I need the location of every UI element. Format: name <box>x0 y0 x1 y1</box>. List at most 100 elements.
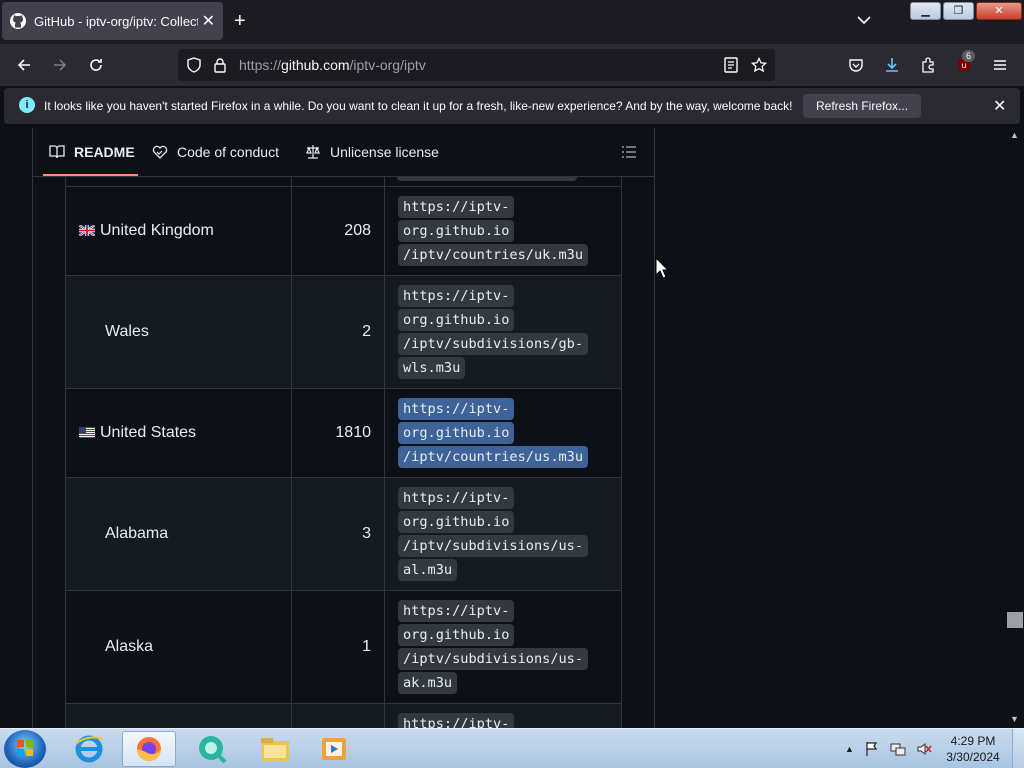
channel-count-cell: 1 <box>291 590 385 704</box>
back-arrow-icon[interactable] <box>14 55 34 75</box>
extensions-puzzle-icon[interactable] <box>918 55 938 75</box>
hamburger-menu-icon[interactable] <box>990 55 1010 75</box>
downloads-icon[interactable] <box>882 55 902 75</box>
browser-tab-strip: GitHub - iptv-org/iptv: Collecti ✕ + ▁ ❐… <box>0 0 1024 44</box>
table-of-contents-icon[interactable] <box>621 144 637 160</box>
playlist-url[interactable]: https://iptv-org.github.io/iptv/countrie… <box>398 397 608 469</box>
chat-app-taskbar-icon[interactable] <box>186 731 240 767</box>
system-tray: ▲ <box>845 741 932 757</box>
region-name-cell <box>65 703 292 728</box>
tab-license[interactable]: Unlicense license <box>305 144 439 160</box>
window-controls: ▁ ❐ ✕ <box>910 2 1022 20</box>
tab-title: GitHub - iptv-org/iptv: Collecti <box>34 13 198 29</box>
reader-view-icon[interactable] <box>721 55 741 75</box>
media-player-taskbar-icon[interactable] <box>308 731 362 767</box>
navigation-toolbar: https://github.com/iptv-org/iptv u 6 <box>0 44 1024 86</box>
playlist-url-line: /iptv/subdivisions/us- <box>398 648 589 670</box>
playlist-url-line: /iptv/countries/uk.m3u <box>398 244 589 266</box>
playlist-url-line: /iptv/subdivisions/us- <box>398 535 589 557</box>
extension-badge: 6 <box>962 50 976 62</box>
us-flag-icon <box>79 427 95 438</box>
github-page: README Code of conduct Unlicense license… <box>0 128 1024 728</box>
internet-explorer-taskbar-icon[interactable] <box>62 731 116 767</box>
region-name: United States <box>100 424 197 441</box>
playlist-url-line: /iptv/subdivisions/gb- <box>398 333 589 355</box>
playlist-link-cell: https://iptv-org.github.io/iptv/countrie… <box>384 388 622 478</box>
playlist-url-line: org.github.io <box>398 309 515 331</box>
playlist-url-line: https://iptv- <box>398 196 515 218</box>
playlist-link-cell: https://iptv-org.github.io <box>384 703 622 728</box>
table-row: Wales 2 https://iptv-org.github.io/iptv/su… <box>65 275 622 389</box>
pocket-icon[interactable] <box>846 55 866 75</box>
table-row: United States 1810 https://iptv-org.github… <box>65 388 622 478</box>
tab-label: Unlicense license <box>330 144 439 160</box>
playlist-url-line: org.github.io <box>398 422 515 444</box>
bookmark-star-icon[interactable] <box>749 55 769 75</box>
channel-count-cell: 208 <box>291 186 385 276</box>
tray-expand-icon[interactable]: ▲ <box>845 744 854 754</box>
region-name-cell: United Kingdom <box>65 186 292 276</box>
region-name-cell: United States <box>65 388 292 478</box>
github-icon <box>10 13 26 29</box>
svg-text:u: u <box>961 61 966 70</box>
address-bar[interactable]: https://github.com/iptv-org/iptv <box>178 49 775 81</box>
reload-icon[interactable] <box>86 55 106 75</box>
book-icon <box>49 145 65 159</box>
playlist-url-line: https://iptv- <box>398 487 515 509</box>
active-tab-indicator <box>43 174 138 176</box>
tab-code-of-conduct[interactable]: Code of conduct <box>152 144 279 160</box>
playlist-url-line: /iptv/countries/us.m3u <box>398 446 589 468</box>
playlist-url[interactable]: https://iptv-org.github.io/iptv/subdivis… <box>398 599 608 695</box>
table-row: Alabama 3 https://iptv-org.github.io/iptv/… <box>65 477 622 591</box>
channel-count-cell: 1810 <box>291 388 385 478</box>
windows-taskbar: ▲ 4:29 PM 3/30/2024 <box>0 728 1024 768</box>
start-button[interactable] <box>4 730 46 768</box>
volume-muted-icon[interactable] <box>916 741 932 757</box>
vertical-scrollbar[interactable]: ▲ ▼ <box>1006 128 1024 728</box>
show-desktop-button[interactable] <box>1012 729 1024 768</box>
playlist-url[interactable]: https://iptv-org.github.io <box>398 712 608 728</box>
playlist-link-cell: https://iptv-org.github.io/iptv/countrie… <box>384 186 622 276</box>
clock-time: 4:29 PM <box>950 734 996 748</box>
firefox-taskbar-icon[interactable] <box>122 731 176 767</box>
playlist-url-line: org.github.io <box>398 624 515 646</box>
playlist-url-line: https://iptv- <box>398 285 515 307</box>
playlist-url[interactable]: https://iptv-org.github.io/iptv/subdivis… <box>398 486 608 582</box>
close-tab-icon[interactable]: ✕ <box>202 11 215 31</box>
region-name: United Kingdom <box>100 222 214 239</box>
playlist-url[interactable]: https://iptv-org.github.io/iptv/subdivis… <box>398 284 608 380</box>
tab-label: Code of conduct <box>177 144 279 160</box>
forward-arrow-icon[interactable] <box>50 55 70 75</box>
channel-count-cell: 3 <box>291 477 385 591</box>
close-icon[interactable]: ✕ <box>993 96 1006 116</box>
tab-readme[interactable]: README <box>49 144 135 160</box>
lock-icon[interactable] <box>210 55 230 75</box>
refresh-firefox-notification: i It looks like you haven't started Fire… <box>4 88 1020 124</box>
network-icon[interactable] <box>890 741 906 757</box>
table-row: https://iptv-org.github.io <box>65 703 622 728</box>
playlist-url[interactable]: https://iptv-org.github.io/iptv/countrie… <box>398 195 608 267</box>
channel-count-cell <box>291 703 385 728</box>
table-row: United Kingdom 208 https://iptv-org.github… <box>65 186 622 276</box>
action-center-flag-icon[interactable] <box>864 741 880 757</box>
restore-button[interactable]: ❐ <box>943 2 974 20</box>
system-clock[interactable]: 4:29 PM 3/30/2024 <box>943 733 1003 765</box>
browser-tab[interactable]: GitHub - iptv-org/iptv: Collecti ✕ <box>2 2 223 40</box>
playlist-url-line: wls.m3u <box>398 357 466 379</box>
playlist-url-line: https://iptv- <box>398 713 515 728</box>
region-name-cell: Alaska <box>65 590 292 704</box>
region-name: Wales <box>105 323 149 340</box>
chevron-down-icon[interactable] <box>856 12 872 28</box>
close-window-button[interactable]: ✕ <box>976 2 1022 20</box>
playlist-url-line: org.github.io <box>398 511 515 533</box>
region-name: Alaska <box>105 638 154 655</box>
file-explorer-taskbar-icon[interactable] <box>248 731 302 767</box>
refresh-firefox-button[interactable]: Refresh Firefox... <box>803 94 922 118</box>
minimize-button[interactable]: ▁ <box>910 2 941 20</box>
uk-flag-icon <box>79 225 95 236</box>
shield-icon[interactable] <box>184 55 204 75</box>
scrollbar-thumb[interactable] <box>1007 612 1023 628</box>
windows-logo-icon <box>17 740 33 756</box>
tab-label: README <box>74 144 135 160</box>
new-tab-button[interactable]: + <box>234 10 246 32</box>
